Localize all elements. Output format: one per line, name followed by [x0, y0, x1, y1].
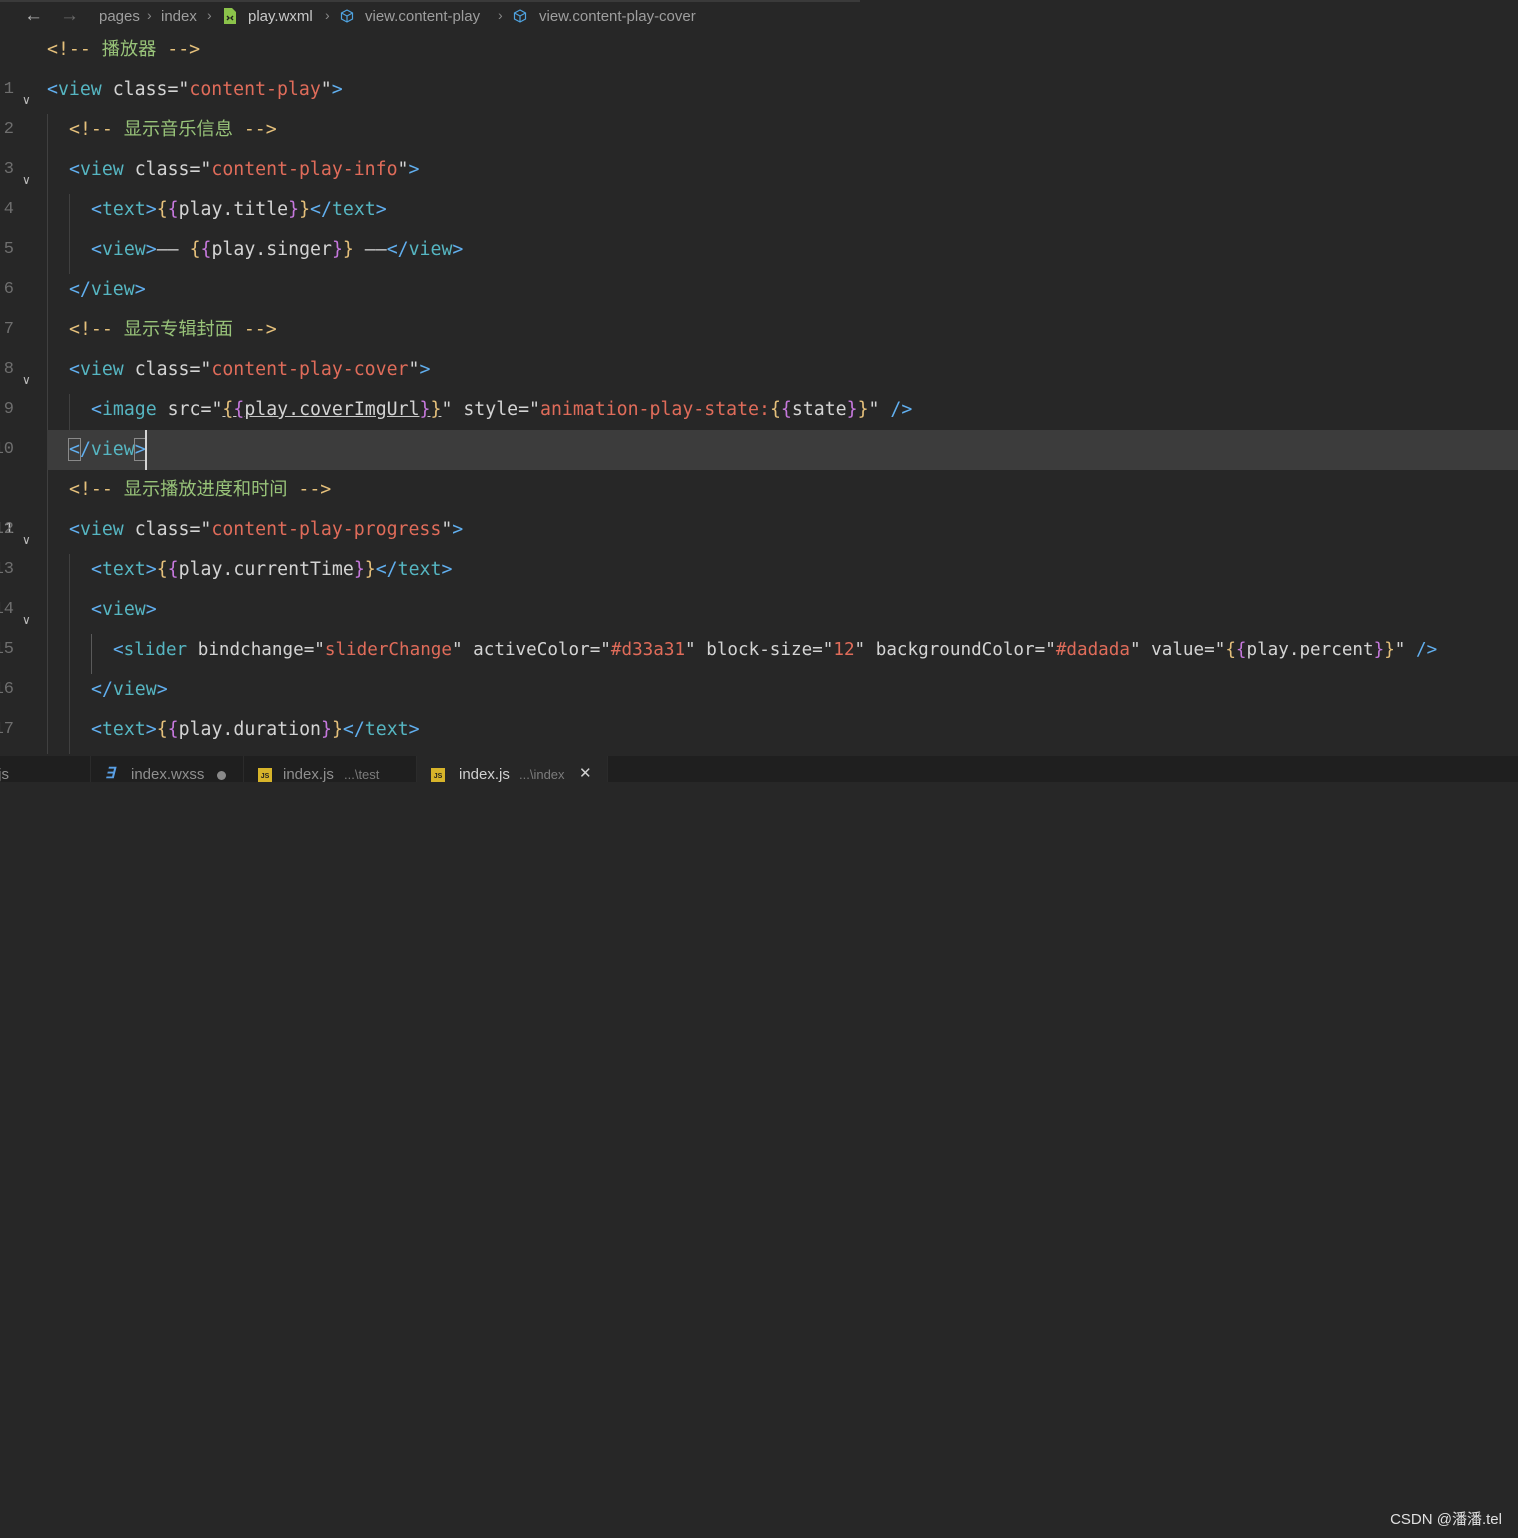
breadcrumb-view-content-play[interactable]: view.content-play: [365, 8, 480, 25]
tab-label: index.wxss: [131, 766, 205, 782]
chevron-right-icon: ›: [147, 7, 152, 23]
wxml-file-icon: [224, 8, 236, 24]
class-value: content-play-progress: [211, 519, 442, 540]
code-line[interactable]: 10 <image src="{{play.coverImgUrl}}" sty…: [0, 390, 1518, 459]
tab-label: index.js: [283, 766, 334, 782]
code-line[interactable]: 2 ∨ <view class="content-play">: [0, 70, 1518, 139]
tab-description: ...\index: [519, 767, 565, 782]
back-arrow-icon[interactable]: ←: [24, 5, 43, 27]
code-line[interactable]: 13 ∨ <view class="content-play-progress"…: [0, 510, 1518, 579]
tab-description: ...\test: [344, 767, 380, 782]
binding-expr: play.coverImgUrl: [244, 399, 420, 420]
code-line-current[interactable]: 11 </view>: [0, 430, 1518, 539]
breadcrumb-bar: ] ← → pages › index › play.wxml › view.c…: [0, 0, 1518, 34]
code-line[interactable]: 7 </view>: [0, 270, 1518, 339]
close-icon[interactable]: ✕: [579, 764, 592, 782]
tab-index-wxss[interactable]: ∃ index.wxss: [91, 756, 244, 782]
attr-value: 12: [833, 640, 855, 660]
code-editor[interactable]: 1 <!-- 播放器 --> 2 ∨ <view class="content-…: [0, 34, 1518, 779]
binding-expr: play.percent: [1246, 640, 1374, 660]
binding-expr: play.currentTime: [178, 559, 354, 580]
tab-index-js-test[interactable]: JS index.js ...\test: [244, 756, 417, 782]
tab-js[interactable]: .js: [0, 756, 91, 782]
breadcrumb-view-content-play-cover[interactable]: view.content-play-cover: [539, 8, 696, 25]
class-value: content-play-cover: [211, 359, 409, 380]
code-line[interactable]: 14 <text>{{play.currentTime}}</text>: [0, 550, 1518, 619]
js-file-icon: JS: [258, 768, 272, 782]
breadcrumb-file[interactable]: play.wxml: [248, 8, 313, 25]
current-line-highlight: [47, 430, 1518, 470]
code-line[interactable]: 5 <text>{{play.title}}</text>: [0, 190, 1518, 259]
breadcrumb-pages[interactable]: pages: [99, 8, 140, 25]
text-cursor: [145, 430, 147, 470]
comment-text: 显示音乐信息: [123, 119, 233, 140]
code-line[interactable]: 3 <!-- 显示音乐信息 -->: [0, 110, 1518, 179]
breadcrumb-index[interactable]: index: [161, 8, 197, 25]
chevron-right-icon: ›: [498, 7, 503, 23]
code-line[interactable]: 4 ∨ <view class="content-play-info">: [0, 150, 1518, 219]
forward-arrow-icon[interactable]: →: [60, 5, 79, 27]
comment-text: 显示专辑封面: [123, 319, 233, 340]
dash-text: ——: [364, 239, 387, 260]
code-line[interactable]: 8 <!-- 显示专辑封面 -->: [0, 310, 1518, 379]
tab-label: .js: [0, 766, 9, 782]
binding-expr: play.duration: [178, 719, 321, 740]
binding-expr: play.singer: [211, 239, 332, 260]
chevron-right-icon: ›: [325, 7, 330, 23]
element-cube-icon: [340, 9, 354, 23]
css-file-icon: ∃: [105, 765, 115, 782]
code-line[interactable]: 12 <!-- 显示播放进度和时间 -->: [0, 470, 1518, 539]
attr-value: sliderChange: [324, 640, 452, 660]
class-value: content-play-info: [211, 159, 398, 180]
attr-value: #dadada: [1055, 640, 1130, 660]
tab-label: index.js: [459, 766, 510, 782]
js-file-icon: JS: [431, 768, 445, 782]
tab-bar: .js ∃ index.wxss JS index.js ...\test JS…: [0, 756, 1518, 1528]
style-value: animation-play-state:: [540, 399, 770, 420]
binding-expr: play.title: [178, 199, 289, 220]
code-line[interactable]: 1 <!-- 播放器 -->: [0, 30, 1518, 99]
code-line[interactable]: 17 </view>: [0, 670, 1518, 739]
code-line[interactable]: 9 ∨ <view class="content-play-cover">: [0, 350, 1518, 419]
attr-value: #d33a31: [610, 640, 686, 660]
watermark: CSDN @潘潘.tel: [1390, 1511, 1502, 1528]
code-line[interactable]: 18 <text>{{play.duration}}</text>: [0, 710, 1518, 779]
unsaved-dot-icon[interactable]: [217, 771, 226, 780]
panel-edge-icon: ]: [0, 3, 1, 23]
tab-index-js-index[interactable]: JS index.js ...\index ✕: [417, 756, 608, 782]
class-value: content-play: [189, 79, 321, 100]
code-line[interactable]: 6 <view>—— {{play.singer}} ——</view>: [0, 230, 1518, 299]
element-cube-icon: [513, 9, 527, 23]
comment-text: 显示播放进度和时间: [123, 479, 288, 500]
binding-expr: state: [791, 399, 847, 420]
code-line[interactable]: 15 ∨ <view>: [0, 590, 1518, 659]
dash-text: ——: [156, 239, 179, 260]
comment-text: 播放器: [101, 39, 157, 60]
code-line[interactable]: 16 <slider bindchange="sliderChange" act…: [0, 630, 1518, 699]
tab-divider: [0, 0, 860, 2]
chevron-right-icon: ›: [207, 7, 212, 23]
